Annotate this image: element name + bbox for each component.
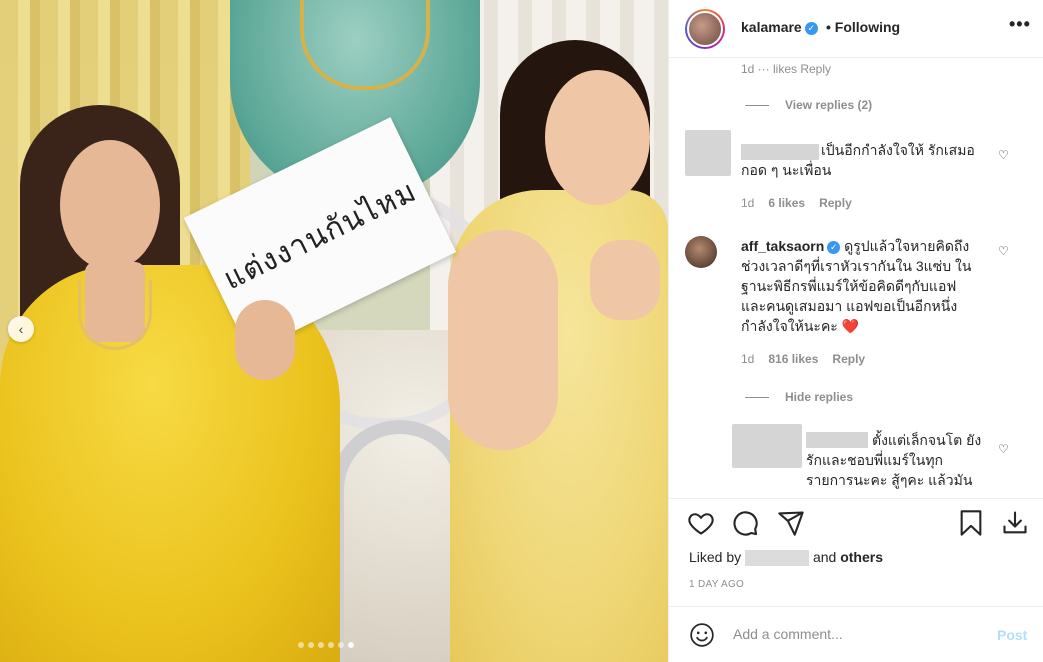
- comment-text: aff_taksaorn ✓ ดูรูปแล้วใจหายคิดถึงช่วงเว…: [741, 238, 972, 334]
- following-button[interactable]: • Following: [826, 19, 900, 35]
- heart-icon[interactable]: ♡: [998, 442, 1009, 456]
- comment-meta: 1d 816 likes Reply: [741, 352, 865, 366]
- view-replies-button[interactable]: View replies (2): [745, 98, 872, 112]
- comment-item: เป็นอีกกำลังใจให้ รักเสมอ กอด ๆ นะเพื่อน…: [685, 130, 1025, 220]
- reply-text: ตั้งแต่เล็กจนโต ยังรักและชอบพี่แมร์ในทุก…: [806, 432, 982, 488]
- carousel-dot: [318, 642, 324, 648]
- avatar[interactable]: [685, 236, 717, 268]
- comment-icon[interactable]: [731, 509, 759, 537]
- comment-likes[interactable]: 816 likes: [768, 352, 818, 366]
- download-icon[interactable]: [1001, 509, 1029, 537]
- carousel-dot-active: [348, 642, 354, 648]
- blurred-username: [745, 550, 810, 567]
- woman-right-arm: [448, 230, 558, 450]
- comments-list[interactable]: 1d ··· likes Reply View replies (2) เป็น…: [669, 58, 1043, 498]
- bookmark-icon[interactable]: [957, 509, 985, 537]
- heart-icon[interactable]: ♡: [998, 148, 1009, 162]
- heart-icon[interactable]: [687, 509, 715, 537]
- comment-item: aff_taksaorn ✓ ดูรูปแล้วใจหายคิดถึงช่วงเว…: [685, 236, 1025, 376]
- more-icon[interactable]: •••: [1009, 14, 1031, 35]
- reply-button[interactable]: Reply: [832, 352, 865, 366]
- woman-right-hands: [590, 240, 660, 320]
- carousel-dot: [298, 642, 304, 648]
- others-link[interactable]: others: [840, 549, 883, 565]
- verified-icon: ✓: [827, 240, 841, 254]
- comment-username[interactable]: aff_taksaorn ✓: [741, 238, 841, 254]
- carousel-dot: [308, 642, 314, 648]
- blurred-avatar: [732, 424, 802, 468]
- comment-likes[interactable]: 6 likes: [768, 196, 805, 210]
- woman-left-hand: [235, 300, 295, 380]
- reply-button[interactable]: Reply: [819, 196, 852, 210]
- post-header: kalamare ✓ • Following •••: [669, 0, 1043, 58]
- hide-replies-button[interactable]: Hide replies: [745, 390, 853, 404]
- reply-item: ตั้งแต่เล็กจนโต ยังรักและชอบพี่แมร์ในทุก…: [732, 424, 1032, 498]
- comment-time: 1d: [741, 196, 755, 210]
- emoji-icon[interactable]: [689, 622, 715, 648]
- carousel-dots: [298, 642, 354, 648]
- heart-emoji: ❤️: [841, 318, 860, 334]
- comment-text: เป็นอีกกำลังใจให้ รักเสมอ กอด ๆ นะเพื่อน: [741, 142, 975, 178]
- post-photo[interactable]: แต่งงานกันไหม ‹: [0, 0, 668, 662]
- comment-input[interactable]: Add a comment...: [733, 626, 843, 642]
- post-panel: kalamare ✓ • Following ••• 1d ··· likes R…: [668, 0, 1043, 662]
- add-comment-bar: Add a comment... Post: [669, 606, 1043, 662]
- clipped-comment-meta: 1d ··· likes Reply: [741, 62, 832, 76]
- woman-left-face: [60, 140, 160, 270]
- username-link[interactable]: kalamare ✓: [741, 19, 818, 35]
- sofa-carving-arm: [330, 420, 470, 662]
- heart-icon[interactable]: ♡: [998, 244, 1009, 258]
- share-icon[interactable]: [777, 509, 805, 537]
- comment-time: 1d: [741, 352, 755, 366]
- comment-meta: 1d 6 likes Reply: [741, 196, 852, 210]
- woman-right-face: [545, 70, 650, 205]
- chevron-left-icon: ‹: [18, 321, 24, 337]
- blurred-avatar: [685, 130, 731, 176]
- verified-icon: ✓: [804, 21, 818, 35]
- carousel-prev-button[interactable]: ‹: [8, 316, 34, 342]
- carousel-dot: [328, 642, 334, 648]
- sign-text: แต่งงานกันไหม: [218, 173, 422, 297]
- action-bar: Liked by and others 1 DAY AGO: [669, 498, 1043, 608]
- post-button[interactable]: Post: [997, 627, 1027, 643]
- avatar[interactable]: [685, 9, 725, 49]
- carousel-dot: [338, 642, 344, 648]
- post-timestamp[interactable]: 1 DAY AGO: [689, 579, 744, 590]
- liked-by: Liked by and others: [689, 549, 883, 567]
